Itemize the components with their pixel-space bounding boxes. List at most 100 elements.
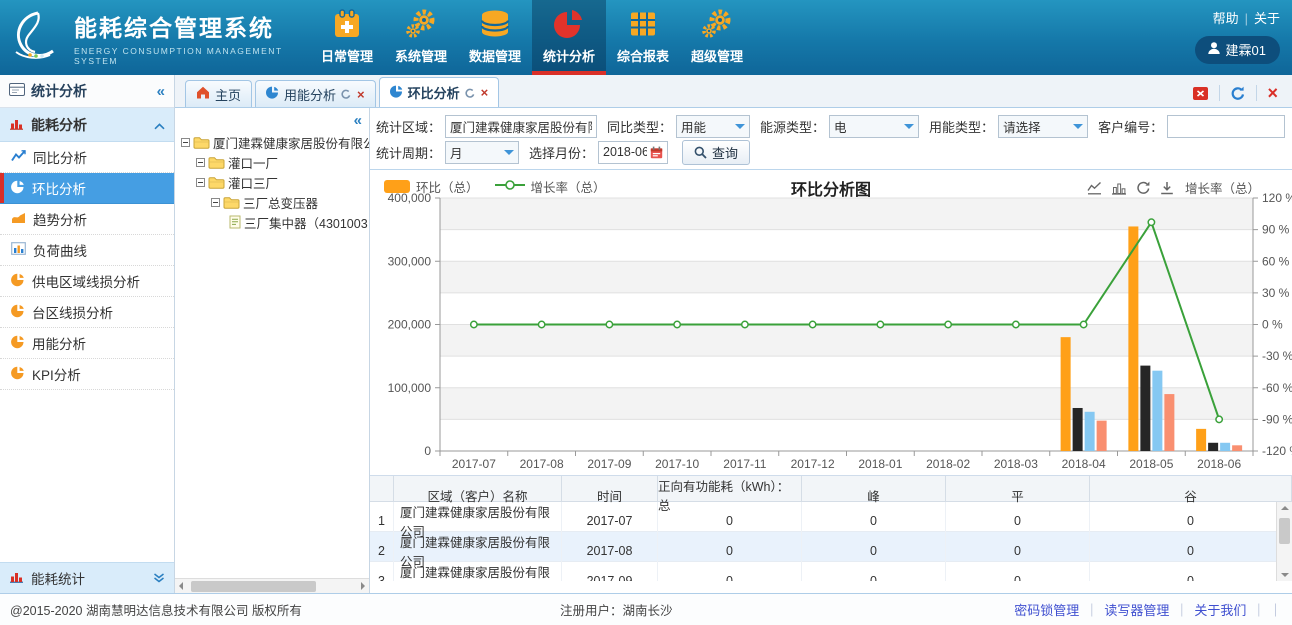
tab-refresh-icon[interactable] <box>341 89 351 99</box>
nav-item-系统管理[interactable]: 系统管理 <box>384 0 458 75</box>
field-value: 电 <box>834 117 847 136</box>
sidebar-item-label: 同比分析 <box>33 147 87 167</box>
svg-text:0: 0 <box>424 444 431 458</box>
divider <box>1219 85 1220 101</box>
filter-label: 统计区域： <box>376 117 441 136</box>
sidebar-item-环比分析[interactable]: 环比分析 <box>0 173 174 204</box>
sidebar-item-label: 趋势分析 <box>33 209 87 229</box>
svg-text:300,000: 300,000 <box>388 254 432 268</box>
sidebar-title: 统计分析 <box>31 81 87 101</box>
tree-collapse-icon[interactable]: « <box>354 112 362 129</box>
tree-expander-icon[interactable] <box>181 138 190 147</box>
sidebar-item-趋势分析[interactable]: 趋势分析 <box>0 204 174 235</box>
help-link[interactable]: 帮助 <box>1213 11 1239 26</box>
table-cell: 0 <box>946 562 1090 581</box>
tab-close-icon[interactable]: × <box>481 86 489 99</box>
nav-item-超级管理[interactable]: 超级管理 <box>680 0 754 75</box>
tree-node-label: 三厂集中器（4301003 <box>244 213 368 232</box>
scroll-down-arrow[interactable] <box>1281 573 1289 577</box>
chevron-up-icon[interactable] <box>154 117 165 133</box>
svg-text:2017-12: 2017-12 <box>791 457 835 470</box>
tab-label: 主页 <box>215 85 241 104</box>
tree-horizontal-scrollbar[interactable] <box>175 578 369 593</box>
sidebar-item-同比分析[interactable]: 同比分析 <box>0 142 174 173</box>
bar-chart-icon[interactable] <box>1111 181 1127 195</box>
sidebar-item-台区线损分析[interactable]: 台区线损分析 <box>0 297 174 328</box>
usage-type-select[interactable]: 请选择 <box>998 115 1088 138</box>
field-value: 2018-06 <box>603 145 647 159</box>
scrollbar-thumb[interactable] <box>1279 518 1290 544</box>
sidebar-item-用能分析[interactable]: 用能分析 <box>0 328 174 359</box>
sidebar-item-供电区域线损分析[interactable]: 供电区域线损分析 <box>0 266 174 297</box>
energy-type-select[interactable]: 电 <box>829 115 919 138</box>
chevron-down-icon <box>904 124 914 134</box>
sidebar-collapse-icon[interactable]: « <box>157 83 165 100</box>
scroll-right-arrow[interactable] <box>361 582 365 590</box>
chevron-double-down-icon[interactable] <box>153 571 165 586</box>
tab-主页[interactable]: 主页 <box>185 80 252 107</box>
stat-period-select[interactable]: 月 <box>445 141 519 164</box>
scrollbar-thumb[interactable] <box>191 581 316 592</box>
scroll-left-arrow[interactable] <box>179 582 183 590</box>
tree-node-灌口三厂[interactable]: 灌口三厂 <box>179 172 365 192</box>
nav-item-统计分析[interactable]: 统计分析 <box>532 0 606 75</box>
about-link[interactable]: 关于 <box>1254 11 1280 26</box>
tab-环比分析[interactable]: 环比分析× <box>379 77 500 107</box>
table-cell: 0 <box>1090 562 1292 581</box>
nav-label: 综合报表 <box>617 46 669 65</box>
line-chart-icon[interactable] <box>1087 181 1102 195</box>
tab-refresh-icon[interactable] <box>465 88 475 98</box>
load-curve-icon <box>11 242 26 258</box>
gears-icon <box>700 9 734 42</box>
svg-text:2017-10: 2017-10 <box>655 457 699 470</box>
tab-用能分析[interactable]: 用能分析× <box>255 80 376 107</box>
table-row[interactable]: 2厦门建霖健康家居股份有限公司2017-080000 <box>370 532 1292 562</box>
compare-type-select[interactable]: 用能 <box>676 115 750 138</box>
stat-area-input[interactable]: 厦门建霖健康家居股份有限公 <box>445 115 597 138</box>
field-value: 月 <box>450 143 463 162</box>
tree-expander-icon[interactable] <box>211 198 220 207</box>
query-button[interactable]: 查询 <box>682 140 750 165</box>
footer-link-密码锁管理[interactable]: 密码锁管理 <box>1014 600 1079 619</box>
tree-node-厦门建霖健康家居股份有限公司[interactable]: 厦门建霖健康家居股份有限公司 <box>179 132 365 152</box>
sidebar-item-label: 供电区域线损分析 <box>32 271 140 291</box>
nav-item-日常管理[interactable]: 日常管理 <box>310 0 384 75</box>
filter-label: 用能类型： <box>929 117 994 136</box>
table-row[interactable]: 3厦门建霖健康家居股份有限公司2017-090000 <box>370 562 1292 581</box>
nav-item-数据管理[interactable]: 数据管理 <box>458 0 532 75</box>
tree-node-三厂总变压器[interactable]: 三厂总变压器 <box>179 192 365 212</box>
user-badge[interactable]: 建霖01 <box>1195 36 1280 64</box>
sidebar-item-label: 台区线损分析 <box>32 302 113 322</box>
download-icon[interactable] <box>1160 181 1174 195</box>
username: 建霖01 <box>1226 40 1266 59</box>
sidebar-group-energy-analysis[interactable]: 能耗分析 <box>0 108 174 142</box>
scroll-up-arrow[interactable] <box>1281 506 1289 510</box>
close-tab-icon[interactable]: × <box>1267 86 1278 100</box>
legend-label-growth-rate: 增长率（总） <box>531 177 606 196</box>
month-picker[interactable]: 2018-06 <box>598 141 668 164</box>
restore-icon[interactable] <box>1136 181 1151 195</box>
legend-item-huanbi[interactable]: 环比（总） <box>384 177 479 196</box>
refresh-tab-icon[interactable] <box>1230 86 1246 101</box>
tree-expander-icon[interactable] <box>196 178 205 187</box>
close-all-tabs-icon[interactable] <box>1192 86 1209 101</box>
tree-node-三厂集中器（4301003[interactable]: 三厂集中器（4301003 <box>179 212 365 232</box>
sidebar-group-energy-statistics[interactable]: 能耗统计 <box>0 562 174 593</box>
copyright-text: @2015-2020 湖南慧明达信息技术有限公司 版权所有 <box>10 600 302 619</box>
pie-chart-icon <box>11 180 25 197</box>
legend-item-growth-rate[interactable]: 增长率（总） <box>495 177 606 196</box>
table-vertical-scrollbar[interactable] <box>1276 502 1292 581</box>
nav-item-综合报表[interactable]: 综合报表 <box>606 0 680 75</box>
sidebar-item-负荷曲线[interactable]: 负荷曲线 <box>0 235 174 266</box>
table-row[interactable]: 1厦门建霖健康家居股份有限公司2017-070000 <box>370 502 1292 532</box>
table-cell: 3 <box>370 562 394 581</box>
tab-close-icon[interactable]: × <box>357 88 365 101</box>
calendar-icon <box>650 146 663 159</box>
tree-node-灌口一厂[interactable]: 灌口一厂 <box>179 152 365 172</box>
footer-link-关于我们[interactable]: 关于我们 <box>1194 600 1246 619</box>
footer-link-读写器管理[interactable]: 读写器管理 <box>1104 600 1169 619</box>
tree-expander-icon[interactable] <box>196 158 205 167</box>
sidebar-item-label: 负荷曲线 <box>33 240 87 260</box>
sidebar-item-KPI分析[interactable]: KPI分析 <box>0 359 174 390</box>
customer-no-input[interactable] <box>1167 115 1285 138</box>
